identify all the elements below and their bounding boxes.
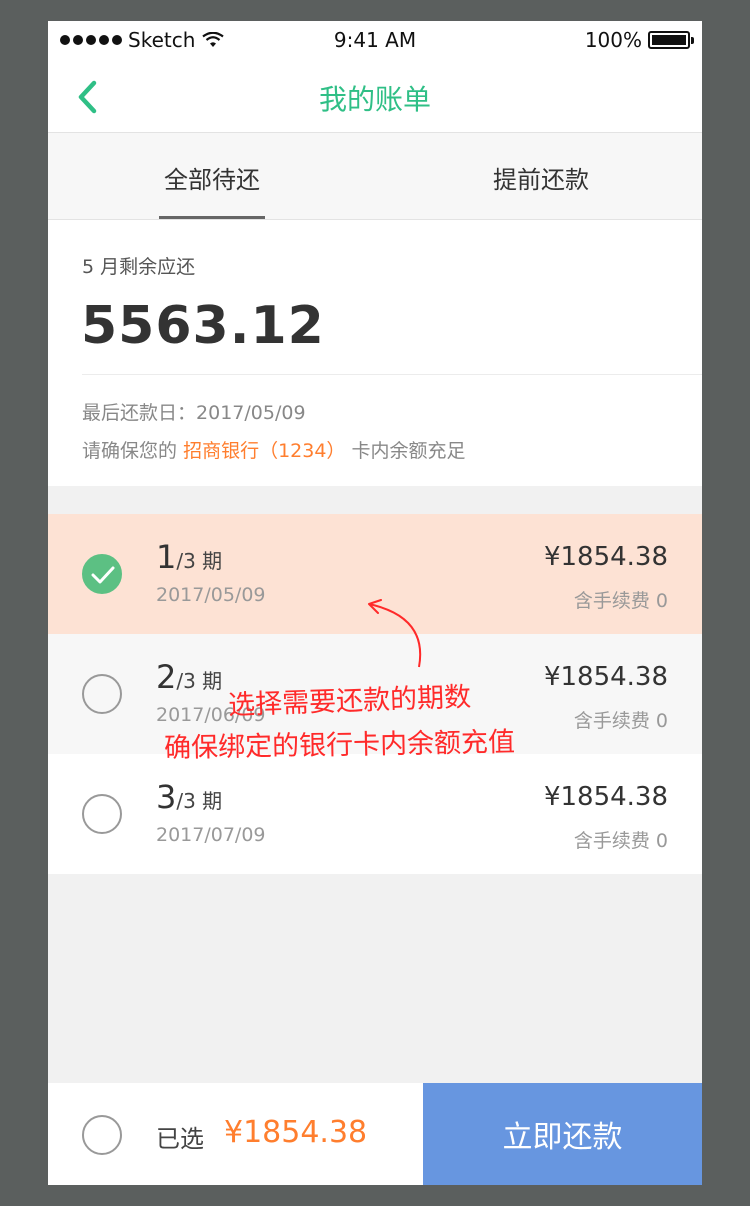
period-total: /3 期 [176,789,223,813]
phone-screen: Sketch 9:41 AM 100% 我的账单 全部待还 提前还款 5 月剩余… [48,21,702,1185]
radio-unchecked-icon[interactable] [82,674,122,714]
radio-checked-icon[interactable] [82,554,122,594]
period-amount: ¥1854.38 [543,542,668,572]
period-number: 1 [156,538,177,576]
selected-amount: ¥1854.38 [224,1115,368,1150]
period-amount: ¥1854.38 [543,662,668,692]
period-total: /3 期 [176,549,223,573]
bank-prefix: 请确保您的 [82,440,178,462]
nav-bar: 我的账单 [48,61,702,133]
footer-bar: 已选 ¥1854.38 立即还款 [48,1083,702,1185]
installment-row[interactable]: 3/3 期 2017/07/09 ¥1854.38 含手续费 0 [48,754,702,874]
tab-all-pending[interactable]: 全部待还 [159,160,265,195]
period-label: 3/3 期 [156,778,222,816]
remaining-amount: 5563.12 [81,296,325,356]
period-date: 2017/05/09 [156,584,266,606]
due-date-label: 最后还款日 [82,402,178,424]
installment-row[interactable]: 1/3 期 2017/05/09 ¥1854.38 含手续费 0 [48,514,702,634]
period-fee: 含手续费 0 [573,590,668,612]
bank-card-name[interactable]: 招商银行（1234） [183,440,345,462]
radio-unchecked-icon[interactable] [82,794,122,834]
period-amount: ¥1854.38 [543,782,668,812]
selected-label: 已选 [156,1125,204,1153]
bill-summary: 5 月剩余应还 5563.12 最后还款日：2017/05/09 请确保您的 招… [48,220,702,486]
battery-percent: 100% [584,28,642,52]
remaining-label: 5 月剩余应还 [82,256,196,278]
due-date-separator: ： [177,402,197,424]
page-title: 我的账单 [318,83,431,116]
tab-bar: 全部待还 提前还款 [48,133,702,220]
installment-row[interactable]: 2/3 期 2017/06/09 ¥1854.38 含手续费 0 [48,634,702,754]
tab-early-repay[interactable]: 提前还款 [488,160,594,195]
period-number: 2 [156,658,177,696]
divider [82,374,702,375]
period-label: 2/3 期 [156,658,222,696]
due-date-value: 2017/05/09 [196,402,306,424]
period-label: 1/3 期 [156,538,222,576]
installment-list: 1/3 期 2017/05/09 ¥1854.38 含手续费 0 2/3 期 2… [48,514,702,874]
status-right: 100% [584,28,694,52]
period-date: 2017/06/09 [156,704,266,726]
period-fee: 含手续费 0 [573,710,668,732]
battery-icon [648,31,694,49]
active-tab-indicator [159,216,265,219]
period-number: 3 [156,778,177,816]
status-bar: Sketch 9:41 AM 100% [48,21,702,61]
period-fee: 含手续费 0 [573,830,668,852]
due-date-line: 最后还款日：2017/05/09 [82,398,306,425]
period-total: /3 期 [176,669,223,693]
pay-now-button[interactable]: 立即还款 [423,1083,702,1185]
period-date: 2017/07/09 [156,824,266,846]
bank-suffix: 卡内余额充足 [351,440,466,462]
bank-reminder: 请确保您的 招商银行（1234） 卡内余额充足 [82,436,465,463]
select-all-radio-icon[interactable] [82,1115,122,1155]
